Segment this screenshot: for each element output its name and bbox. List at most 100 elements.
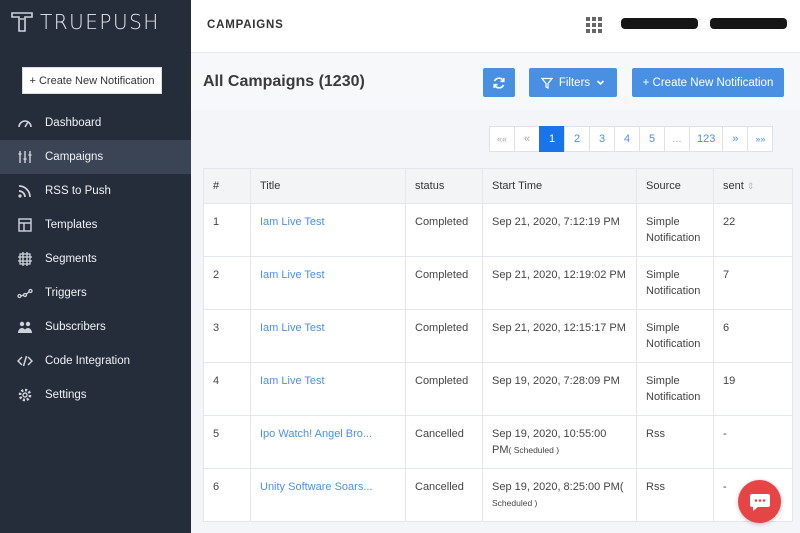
page-prev[interactable]: « bbox=[514, 126, 541, 152]
table-row: 6 Unity Software Soars... Cancelled Sep … bbox=[203, 468, 793, 522]
gear-icon bbox=[16, 386, 34, 404]
campaign-title-link[interactable]: Unity Software Soars... bbox=[260, 481, 373, 493]
filters-button[interactable]: Filters bbox=[529, 68, 617, 97]
cell-status: Completed bbox=[405, 203, 483, 257]
page-next[interactable]: » bbox=[722, 126, 749, 152]
cell-start-time: Sep 19, 2020, 10:55:00 PM( Scheduled ) bbox=[482, 415, 637, 469]
campaign-title-link[interactable]: Iam Live Test bbox=[260, 375, 325, 387]
page-ellipsis: ... bbox=[664, 126, 691, 152]
cell-sent: 7 bbox=[713, 256, 793, 310]
sidebar-item-triggers[interactable]: Triggers bbox=[0, 276, 191, 310]
campaign-title-link[interactable]: Iam Live Test bbox=[260, 322, 325, 334]
cell-source: Simple Notification bbox=[636, 256, 714, 310]
rss-icon bbox=[16, 182, 34, 200]
page-first[interactable]: «« bbox=[489, 126, 516, 152]
subscribers-icon bbox=[16, 318, 34, 336]
page-5[interactable]: 5 bbox=[639, 126, 666, 152]
cell-num: 1 bbox=[203, 203, 251, 257]
cell-status: Cancelled bbox=[405, 415, 483, 469]
page-section-title: CAMPAIGNS bbox=[207, 19, 284, 31]
page-2[interactable]: 2 bbox=[564, 126, 591, 152]
sidebar-item-label: Settings bbox=[45, 389, 87, 401]
topbar: CAMPAIGNS bbox=[191, 0, 800, 53]
sidebar-item-label: Templates bbox=[45, 219, 98, 231]
sidebar-item-campaigns[interactable]: Campaigns bbox=[0, 140, 191, 174]
cell-source: Rss bbox=[636, 415, 714, 469]
cell-status: Completed bbox=[405, 256, 483, 310]
sidebar-item-label: Segments bbox=[45, 253, 97, 265]
cell-num: 6 bbox=[203, 468, 251, 522]
sliders-icon bbox=[16, 148, 34, 166]
table-header-row: # Title status Start Time Source sent ⇕ bbox=[203, 168, 793, 204]
cell-start-time: Sep 19, 2020, 8:25:00 PM(Scheduled ) bbox=[482, 468, 637, 522]
cell-start-time: Sep 21, 2020, 12:19:02 PM bbox=[482, 256, 637, 310]
cell-sent: 22 bbox=[713, 203, 793, 257]
col-title-header: Title bbox=[250, 168, 406, 204]
table-row: 3 Iam Live Test Completed Sep 21, 2020, … bbox=[203, 309, 793, 363]
segments-icon bbox=[16, 250, 34, 268]
sidebar-item-label: Triggers bbox=[45, 287, 87, 299]
cell-status: Completed bbox=[405, 309, 483, 363]
page-title: All Campaigns (1230) bbox=[203, 73, 365, 90]
sidebar-item-templates[interactable]: Templates bbox=[0, 208, 191, 242]
cell-num: 5 bbox=[203, 415, 251, 469]
pagination: «« « 1 2 3 4 5 ... 123 » »» bbox=[489, 126, 774, 152]
campaign-title-link[interactable]: Iam Live Test bbox=[260, 216, 325, 228]
sidebar-item-settings[interactable]: Settings bbox=[0, 378, 191, 412]
brand[interactable]: TRUEPUSH bbox=[10, 10, 160, 34]
sidebar: TRUEPUSH + Create New Notification Dashb… bbox=[0, 0, 191, 533]
chat-bubble-icon bbox=[749, 493, 770, 511]
brand-name: TRUEPUSH bbox=[40, 10, 160, 34]
template-icon bbox=[16, 216, 34, 234]
table-row: 1 Iam Live Test Completed Sep 21, 2020, … bbox=[203, 203, 793, 257]
table-row: 4 Iam Live Test Completed Sep 19, 2020, … bbox=[203, 362, 793, 416]
sidebar-item-rss-to-push[interactable]: RSS to Push bbox=[0, 174, 191, 208]
page-3[interactable]: 3 bbox=[589, 126, 616, 152]
triggers-icon bbox=[16, 284, 34, 302]
page-1[interactable]: 1 bbox=[539, 126, 566, 152]
code-icon bbox=[16, 352, 34, 370]
cell-status: Cancelled bbox=[405, 468, 483, 522]
cell-start-time: Sep 21, 2020, 7:12:19 PM bbox=[482, 203, 637, 257]
scheduled-note: ( Scheduled ) bbox=[508, 445, 560, 455]
sidebar-create-notification-button[interactable]: + Create New Notification bbox=[22, 67, 162, 94]
page-last[interactable]: »» bbox=[747, 126, 774, 152]
refresh-button[interactable] bbox=[483, 68, 515, 97]
cell-sent: 19 bbox=[713, 362, 793, 416]
apps-grid-icon[interactable] bbox=[586, 17, 602, 33]
cell-status: Completed bbox=[405, 362, 483, 416]
page-4[interactable]: 4 bbox=[614, 126, 641, 152]
sidebar-item-label: RSS to Push bbox=[45, 185, 111, 197]
sidebar-item-code-integration[interactable]: Code Integration bbox=[0, 344, 191, 378]
truepush-logo-icon bbox=[11, 12, 33, 32]
table-row: 2 Iam Live Test Completed Sep 21, 2020, … bbox=[203, 256, 793, 310]
cell-source: Simple Notification bbox=[636, 362, 714, 416]
cell-num: 4 bbox=[203, 362, 251, 416]
campaign-title-link[interactable]: Ipo Watch! Angel Bro... bbox=[260, 428, 372, 440]
col-num-header: # bbox=[203, 168, 251, 204]
cell-num: 3 bbox=[203, 309, 251, 363]
sidebar-item-segments[interactable]: Segments bbox=[0, 242, 191, 276]
chat-widget-button[interactable] bbox=[738, 480, 781, 523]
sidebar-item-subscribers[interactable]: Subscribers bbox=[0, 310, 191, 344]
campaign-title-link[interactable]: Iam Live Test bbox=[260, 269, 325, 281]
col-status-header: status bbox=[405, 168, 483, 204]
sidebar-item-dashboard[interactable]: Dashboard bbox=[0, 106, 191, 140]
cell-source: Simple Notification bbox=[636, 309, 714, 363]
start-time-text: Sep 19, 2020, 8:25:00 PM( bbox=[492, 481, 624, 493]
create-notification-button[interactable]: + Create New Notification bbox=[632, 68, 784, 97]
cell-source: Rss bbox=[636, 468, 714, 522]
page-last-number[interactable]: 123 bbox=[689, 126, 724, 152]
col-source-header: Source bbox=[636, 168, 714, 204]
col-sent-header[interactable]: sent ⇕ bbox=[713, 168, 793, 204]
cell-sent: 6 bbox=[713, 309, 793, 363]
redacted-user-menu[interactable] bbox=[710, 18, 787, 29]
col-start-header: Start Time bbox=[482, 168, 637, 204]
sidebar-nav: Dashboard Campaigns RSS to Push Template… bbox=[0, 106, 191, 412]
sort-icon[interactable]: ⇕ bbox=[747, 181, 755, 191]
chevron-down-icon bbox=[597, 80, 605, 86]
sidebar-item-label: Dashboard bbox=[45, 117, 102, 129]
refresh-icon bbox=[493, 76, 505, 89]
cell-start-time: Sep 21, 2020, 12:15:17 PM bbox=[482, 309, 637, 363]
redacted-account-info bbox=[621, 18, 698, 29]
